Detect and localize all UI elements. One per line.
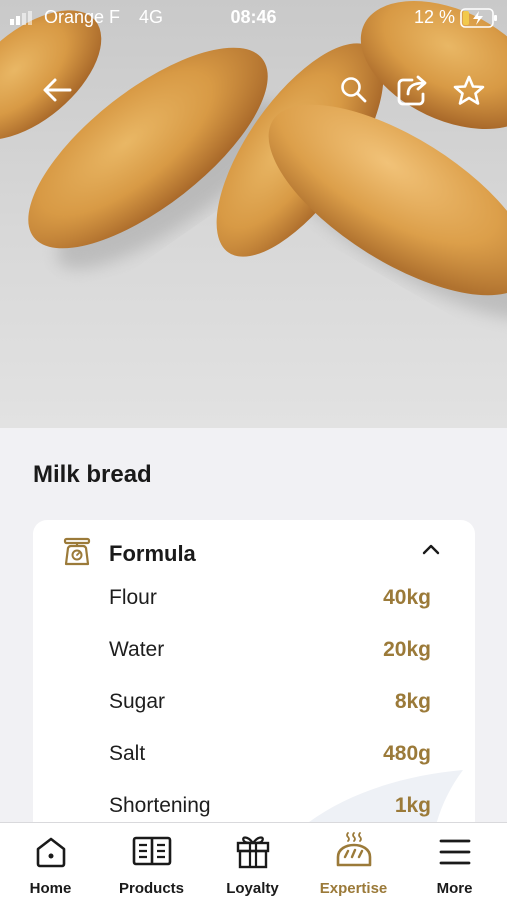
tab-label: Expertise	[319, 880, 388, 897]
ingredient-name: Flour	[109, 586, 157, 609]
chevron-up-icon[interactable]	[421, 542, 441, 556]
formula-label: Formula	[109, 541, 196, 566]
favorite-button[interactable]	[447, 68, 491, 112]
bread-icon	[336, 832, 371, 867]
tab-loyalty[interactable]: Loyalty	[202, 823, 303, 900]
formula-card: Formula Flour 40kg Water 20kg Sugar 8kg …	[33, 520, 475, 822]
star-icon	[453, 75, 485, 105]
share-button[interactable]	[391, 68, 435, 112]
search-button[interactable]	[332, 68, 376, 112]
home-icon	[36, 837, 65, 868]
tab-label: Home	[29, 880, 72, 897]
ingredient-name: Water	[109, 638, 165, 661]
menu-icon	[439, 839, 470, 865]
ingredient-qty: 40kg	[383, 586, 431, 609]
formula-header[interactable]: Formula	[33, 520, 475, 584]
battery-icon	[460, 8, 497, 28]
ingredient-qty: 8kg	[394, 690, 431, 713]
ingredient-row: Shortening 1kg	[33, 794, 475, 822]
ingredient-qty: 480g	[383, 742, 431, 765]
tab-more[interactable]: More	[404, 823, 505, 900]
battery-percent: 12 %	[414, 7, 456, 27]
search-icon	[341, 77, 367, 103]
hero-image	[0, 0, 507, 428]
bread-rolls-photo	[0, 0, 507, 320]
ingredient-qty: 20kg	[383, 638, 431, 661]
share-icon	[397, 75, 427, 106]
tab-label: Loyalty	[226, 880, 279, 897]
scale-icon	[63, 537, 91, 566]
ingredient-row: Salt 480g	[33, 742, 475, 794]
tab-home[interactable]: Home	[0, 823, 101, 900]
products-book-icon	[132, 836, 171, 866]
tab-products[interactable]: Products	[101, 823, 202, 900]
ingredient-name: Salt	[109, 742, 146, 765]
tab-label: Products	[118, 880, 184, 897]
ingredient-row: Sugar 8kg	[33, 690, 475, 742]
ingredient-row: Water 20kg	[33, 638, 475, 690]
back-button[interactable]	[35, 68, 79, 112]
tab-expertise[interactable]: Expertise	[303, 823, 404, 900]
gift-icon	[236, 836, 269, 869]
tab-label: More	[436, 880, 473, 897]
bottom-tab-bar: Home Products Loyalty Expertise More	[0, 822, 507, 900]
ingredient-qty: 1kg	[394, 794, 431, 817]
ingredient-name: Sugar	[109, 690, 166, 713]
ingredient-row: Flour 40kg	[33, 586, 475, 638]
recipe-content[interactable]: Milk bread Formula Flour 40kg Water 20kg	[0, 428, 507, 822]
arrow-left-icon	[43, 78, 72, 102]
recipe-title: Milk bread	[33, 461, 152, 488]
ingredient-name: Shortening	[109, 794, 211, 817]
status-bar: Orange F 4G 08:46 12 %	[0, 0, 507, 34]
